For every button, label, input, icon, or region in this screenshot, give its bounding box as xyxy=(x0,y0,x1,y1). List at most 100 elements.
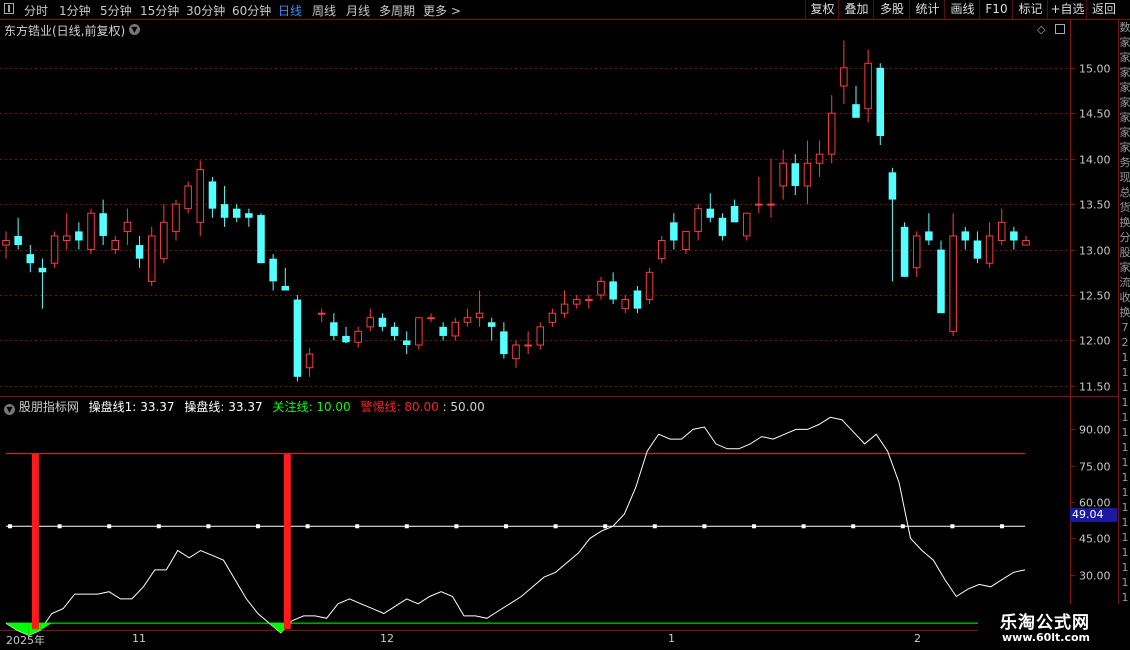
candle-body-down xyxy=(500,331,508,355)
mid-line-marker xyxy=(206,524,211,529)
tab-period-multi[interactable]: 多周期 xyxy=(379,2,415,19)
candle-body-up xyxy=(985,235,994,264)
candle-body-down xyxy=(14,235,22,246)
candle-body-up xyxy=(755,203,763,206)
sidebar-item: 1 xyxy=(1121,561,1129,574)
sidebar-item: 务 xyxy=(1119,156,1130,169)
add-watchlist-button[interactable]: +自选 xyxy=(1047,0,1087,19)
candle-body-up xyxy=(1022,239,1030,246)
candle-body-down xyxy=(99,213,107,236)
mid-line-marker xyxy=(404,524,409,529)
price-tick-label: 13.00 xyxy=(1079,245,1111,258)
candle-body-down xyxy=(706,208,715,218)
mid-line-marker xyxy=(57,524,62,529)
mid-line-marker xyxy=(156,524,161,529)
line1-label: 操盘线1: xyxy=(88,400,137,414)
panel-toggle-icon[interactable] xyxy=(4,3,14,14)
adjust-rights-button[interactable]: 复权 xyxy=(805,0,839,19)
diamond-icon[interactable]: ◇ xyxy=(1037,23,1045,36)
price-tick-label: 12.00 xyxy=(1079,335,1111,348)
candle-body-up xyxy=(767,203,775,206)
candle-body-down xyxy=(390,326,399,336)
tab-period-30min[interactable]: 30分钟 xyxy=(186,2,225,19)
candle-body-up xyxy=(815,153,824,164)
tab-period-daily[interactable]: 日线 xyxy=(278,2,302,19)
sidebar-item: 总 xyxy=(1119,186,1130,199)
candle-body-down xyxy=(791,163,800,186)
mid-line-marker xyxy=(305,524,310,529)
sidebar-item: 收 xyxy=(1119,291,1130,304)
overlay-button[interactable]: 叠加 xyxy=(838,0,874,19)
mark-button[interactable]: 标记 xyxy=(1012,0,1048,19)
candle-body-up xyxy=(475,312,484,319)
stock-title[interactable]: 东方锆业(日线,前复权) xyxy=(4,22,125,39)
price-tick-label: 13.50 xyxy=(1079,199,1111,212)
sidebar-item: 家 xyxy=(1119,141,1130,154)
window-toggle-icon[interactable] xyxy=(1055,24,1065,34)
quote-sidebar[interactable]: 数家家家家家家家家务现总货换分股家流收换72111111111111111111… xyxy=(1118,20,1130,650)
date-label-nov: 11 xyxy=(132,632,146,645)
sidebar-item: 1 xyxy=(1121,486,1129,499)
candle-body-down xyxy=(439,326,447,336)
mid-line-marker xyxy=(652,524,657,529)
sidebar-item: 1 xyxy=(1121,441,1129,454)
candle-body-up xyxy=(572,299,581,305)
sidebar-item: 1 xyxy=(1121,546,1129,559)
f10-button[interactable]: F10 xyxy=(979,0,1013,19)
candle-body-down xyxy=(293,299,302,377)
sidebar-item: 换 xyxy=(1119,216,1130,229)
indicator-tick-label: 45.00 xyxy=(1079,533,1111,546)
mid-line-marker xyxy=(900,524,905,529)
draw-line-button[interactable]: 画线 xyxy=(944,0,980,19)
tab-period-15min[interactable]: 15分钟 xyxy=(140,2,179,19)
tab-period-5min[interactable]: 5分钟 xyxy=(100,2,132,19)
price-tick-label: 12.50 xyxy=(1079,290,1111,303)
candle-body-up xyxy=(742,212,751,237)
candle-body-up xyxy=(160,221,168,260)
tab-period-monthly[interactable]: 月线 xyxy=(346,2,370,19)
sidebar-item: 1 xyxy=(1121,456,1129,469)
mid-line-marker xyxy=(256,524,260,529)
statistics-button[interactable]: 统计 xyxy=(909,0,945,19)
candle-body-up xyxy=(317,312,326,315)
price-tick-label: 11.50 xyxy=(1079,381,1111,394)
mid-line-marker xyxy=(553,524,558,529)
back-button[interactable]: 返回 xyxy=(1086,0,1121,19)
tab-period-60min[interactable]: 60分钟 xyxy=(232,2,271,19)
candle-body-up xyxy=(645,271,654,301)
multi-stock-button[interactable]: 多股 xyxy=(873,0,910,19)
candle-body-up xyxy=(621,299,630,310)
line2-label: 操盘线: xyxy=(184,400,225,414)
sidebar-item: 1 xyxy=(1121,531,1129,544)
candle-body-up xyxy=(62,235,71,241)
price-tick-label: 15.00 xyxy=(1079,63,1111,76)
candle-body-down xyxy=(245,213,253,218)
tab-period-1min[interactable]: 1分钟 xyxy=(59,2,91,19)
focus-fill xyxy=(40,623,52,631)
sidebar-item: 1 xyxy=(1121,396,1129,409)
candle-body-up xyxy=(657,239,666,260)
indicator-name[interactable]: 股朋指标网 xyxy=(19,400,79,414)
sidebar-item: 1 xyxy=(1121,381,1129,394)
watermark-title: 乐淘公式网 xyxy=(1000,613,1090,633)
chevron-down-icon[interactable]: ▼ xyxy=(129,24,140,35)
watermark-url: www.60lt.com xyxy=(1002,631,1091,644)
indicator-menu-icon[interactable]: ▼ xyxy=(4,404,15,415)
sidebar-item: 7 xyxy=(1121,321,1129,334)
candle-body-down xyxy=(973,240,982,259)
candle-body-down xyxy=(26,254,35,264)
focus-fill xyxy=(269,623,281,633)
mid-line-marker xyxy=(702,524,707,529)
date-label-jan: 1 xyxy=(668,632,675,645)
candle-body-down xyxy=(900,226,909,277)
alert-label: 警惕线: xyxy=(360,400,401,414)
tab-period-more[interactable]: 更多 > xyxy=(423,2,461,19)
signal-bar xyxy=(31,453,39,630)
mid-value: : 50.00 xyxy=(442,400,485,414)
candle-body-up xyxy=(415,317,423,346)
tab-period-fenshi[interactable]: 分时 xyxy=(24,2,48,19)
candle-body-up xyxy=(354,330,362,343)
line2-value: 33.37 xyxy=(228,400,263,414)
indicator-tick-label: 90.00 xyxy=(1079,424,1111,437)
tab-period-weekly[interactable]: 周线 xyxy=(312,2,336,19)
